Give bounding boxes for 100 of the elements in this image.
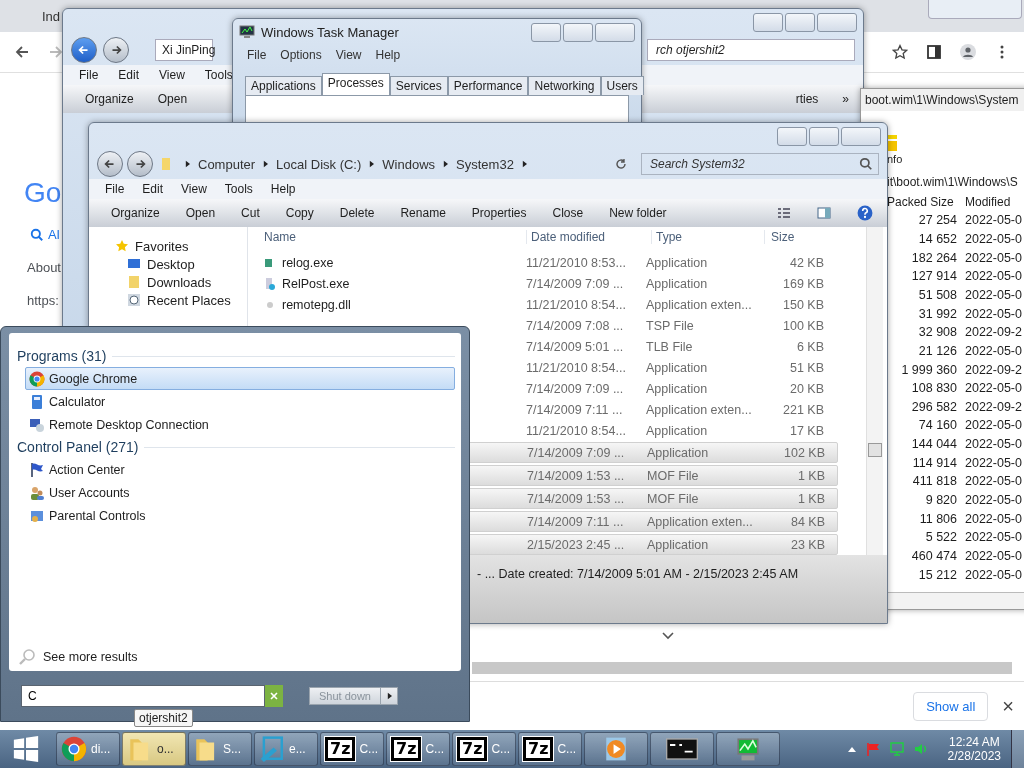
nav-item[interactable]: Desktop <box>147 256 195 272</box>
path-field[interactable]: it\boot.wim\1\Windows\S <box>887 165 1018 189</box>
taskbar-button[interactable]: 7z C... <box>452 732 516 766</box>
maximize-button[interactable] <box>785 12 815 32</box>
minimize-button[interactable] <box>531 22 561 42</box>
toolbar-button[interactable]: Organize <box>111 206 160 220</box>
taskbar-button[interactable] <box>584 732 648 766</box>
back-icon[interactable] <box>14 44 30 60</box>
nav-item[interactable]: Downloads <box>147 274 212 290</box>
clear-button[interactable] <box>265 685 283 707</box>
profile-icon[interactable] <box>960 44 976 60</box>
show-hidden-icons-icon[interactable] <box>847 746 856 752</box>
taskbar-button[interactable]: o... <box>122 732 186 766</box>
tab[interactable]: Processes <box>321 73 390 95</box>
scrollbar[interactable] <box>472 662 1012 674</box>
menu-item[interactable]: File <box>79 68 99 82</box>
toolbar-button[interactable]: Delete <box>339 206 375 220</box>
menu-item[interactable]: Edit <box>142 182 164 196</box>
toolbar-button[interactable]: Cut <box>241 206 260 220</box>
taskbar-button[interactable] <box>716 732 780 766</box>
show-desktop-button[interactable] <box>1011 730 1024 768</box>
toolbar-button[interactable]: New folder <box>609 206 667 220</box>
toolbar-button[interactable]: rties <box>795 92 819 106</box>
toolbar-button[interactable]: Open <box>185 206 216 220</box>
toolbar-button[interactable]: Organize <box>85 92 134 106</box>
tab[interactable]: Applications <box>245 76 322 95</box>
info-icon[interactable] <box>887 135 897 151</box>
search-field[interactable]: rch otjershit2 <box>647 39 855 61</box>
chevron-icon[interactable] <box>443 160 449 168</box>
address-bar[interactable]: boot.wim\1\Windows\System <box>861 89 1024 111</box>
toolbar-button[interactable]: Close <box>552 206 584 220</box>
tab[interactable]: Services <box>389 76 448 95</box>
taskbar-button[interactable]: 7z C... <box>386 732 450 766</box>
close-button[interactable] <box>841 126 881 146</box>
column-header[interactable]: Date modified <box>526 230 651 244</box>
search-field[interactable]: Search System32 <box>641 153 879 175</box>
close-button[interactable] <box>595 22 635 42</box>
column-header[interactable]: Type <box>651 230 764 244</box>
breadcrumb[interactable]: System32 <box>456 156 514 172</box>
breadcrumb[interactable]: Windows <box>382 156 436 172</box>
minimize-button[interactable] <box>777 126 807 146</box>
menu-item[interactable]: File <box>105 182 125 196</box>
column-header[interactable]: Size <box>764 230 841 244</box>
menu-item[interactable]: Help <box>270 182 296 196</box>
menu-item[interactable]: View <box>335 48 362 62</box>
shutdown-options-button[interactable] <box>381 687 398 705</box>
preview-pane-icon[interactable] <box>817 206 831 220</box>
toolbar-button[interactable]: » <box>842 92 849 106</box>
tab[interactable]: Networking <box>528 76 601 95</box>
scrollbar[interactable] <box>866 227 883 555</box>
toolbar-button[interactable]: Rename <box>400 206 446 220</box>
info-button[interactable]: nfo <box>887 153 903 165</box>
show-all-button[interactable]: Show all <box>913 691 989 721</box>
file-row[interactable]: relog.exe 11/21/2010 8:53... Application 42 KB <box>248 253 836 272</box>
refresh-icon[interactable] <box>615 158 627 170</box>
search-tab[interactable]: Al <box>48 227 60 242</box>
menu-item[interactable]: View <box>181 182 207 196</box>
file-row[interactable]: remotepg.dll 11/21/2010 8:54... Application exten... 150 KB <box>248 295 836 314</box>
see-more-link[interactable]: See more results <box>43 650 138 664</box>
result-item[interactable]: Google Chrome <box>25 367 455 390</box>
search-field[interactable]: C <box>21 685 265 707</box>
maximize-button[interactable] <box>809 126 839 146</box>
menu-item[interactable]: Tools <box>224 182 253 196</box>
star-icon[interactable] <box>892 44 908 60</box>
forward-icon[interactable] <box>48 44 64 60</box>
chevron-icon[interactable] <box>185 160 190 168</box>
tab[interactable]: Users <box>600 76 644 95</box>
sidebar-icon[interactable] <box>926 44 942 60</box>
start-button[interactable] <box>12 735 40 763</box>
column-header[interactable]: Modified <box>957 195 1011 211</box>
nav-item[interactable]: Recent Places <box>147 292 231 308</box>
browser-tab[interactable]: Ind <box>42 8 61 24</box>
menu-item[interactable]: Edit <box>118 68 140 82</box>
chevron-icon[interactable] <box>662 632 674 640</box>
taskbar-button[interactable] <box>650 732 714 766</box>
tab[interactable]: Performance <box>447 76 529 95</box>
menu-item[interactable]: Options <box>280 48 322 62</box>
chevron-icon[interactable] <box>263 160 269 168</box>
view-icon[interactable] <box>777 206 791 220</box>
file-row[interactable]: RelPost.exe 7/14/2009 7:09 ... Application 169 KB <box>248 274 836 293</box>
menu-item[interactable]: File <box>247 48 267 62</box>
maximize-button[interactable] <box>563 22 593 42</box>
taskbar-button[interactable]: 7z C... <box>320 732 384 766</box>
toolbar-button[interactable]: Open <box>157 92 188 106</box>
clock[interactable]: 12:24 AM 2/28/2023 <box>947 735 1001 763</box>
chevron-icon[interactable] <box>521 160 527 168</box>
menu-item[interactable]: Help <box>375 48 401 62</box>
minimize-button[interactable] <box>753 12 783 32</box>
menu-item[interactable]: Tools <box>204 68 233 82</box>
back-button[interactable] <box>71 37 97 63</box>
address-bar[interactable]: Xi JinPing <box>155 39 213 61</box>
close-button[interactable]: × <box>1002 694 1014 718</box>
nav-item[interactable]: Favorites <box>135 238 189 254</box>
address-bar[interactable]: Computer Local Disk (C:) Windows System32 <box>185 156 601 172</box>
column-header[interactable]: Name <box>248 230 526 244</box>
breadcrumb[interactable]: Local Disk (C:) <box>276 156 362 172</box>
result-item[interactable]: Remote Desktop Connection <box>25 413 455 436</box>
column-header[interactable]: Packed Size <box>887 195 957 211</box>
forward-button[interactable] <box>127 151 153 177</box>
toolbar-button[interactable]: Properties <box>471 206 527 220</box>
